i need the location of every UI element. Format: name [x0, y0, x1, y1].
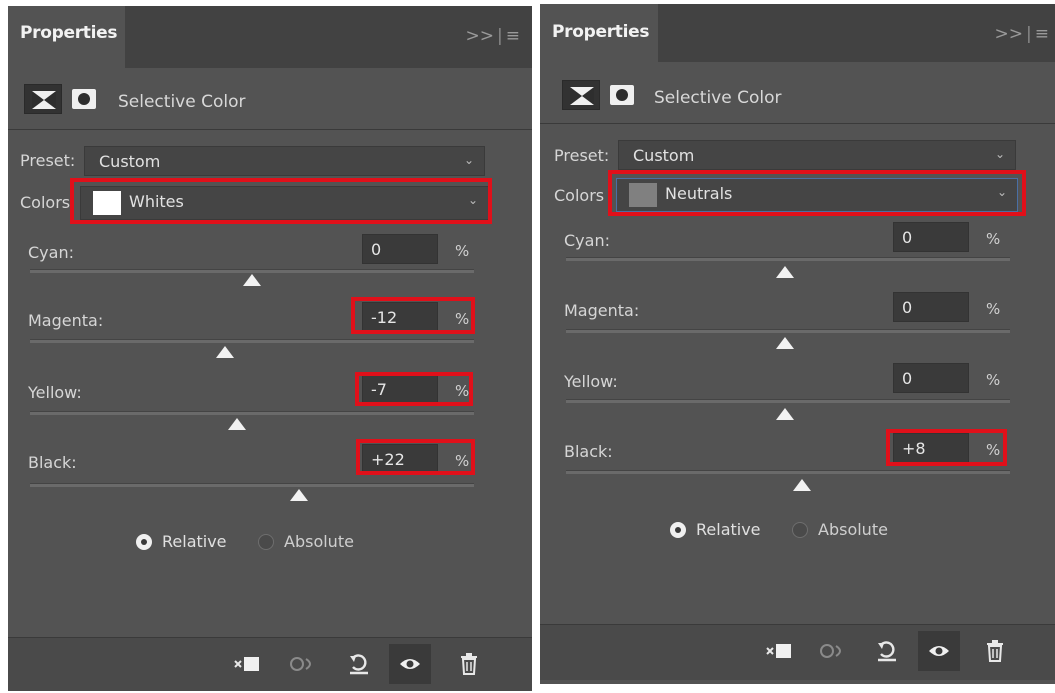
color-swatch	[93, 191, 121, 215]
cyan-slider-thumb[interactable]	[243, 274, 261, 286]
magenta-slider-thumb[interactable]	[776, 337, 794, 349]
black-unit: %	[455, 452, 470, 470]
panel-menu[interactable]: >> | ≡	[995, 24, 1049, 44]
reset-icon[interactable]	[342, 648, 376, 680]
absolute-radio[interactable]	[258, 534, 274, 550]
chevron-down-icon: ⌄	[994, 147, 1005, 161]
magenta-slider-track[interactable]	[30, 339, 474, 343]
cyan-label: Cyan:	[28, 243, 74, 262]
tab-properties[interactable]: Properties	[540, 4, 658, 62]
color-swatch	[629, 183, 657, 207]
chevron-down-icon: ⌄	[463, 153, 474, 167]
properties-panel-left: Properties >> | ≡ Selective Color Preset: …	[8, 6, 532, 691]
trash-icon[interactable]	[978, 635, 1012, 667]
menu-icon[interactable]: ≡	[506, 26, 520, 46]
visibility-icon[interactable]	[918, 631, 960, 671]
yellow-label: Yellow:	[564, 372, 618, 391]
visibility-icon[interactable]	[389, 644, 431, 684]
black-slider-thumb[interactable]	[793, 479, 811, 491]
mask-icon[interactable]	[72, 89, 96, 109]
properties-panel-right: Properties >> | ≡ Selective Color Preset: …	[540, 4, 1055, 684]
cyan-input[interactable]: 0	[893, 222, 969, 252]
magenta-label: Magenta:	[28, 311, 104, 330]
yellow-input[interactable]: -7	[362, 374, 438, 404]
panel-footer	[540, 624, 1055, 680]
preset-label: Preset:	[20, 151, 76, 170]
black-label: Black:	[564, 442, 613, 461]
cyan-unit: %	[455, 242, 470, 260]
cyan-slider-thumb[interactable]	[776, 266, 794, 278]
preset-label: Preset:	[554, 146, 610, 165]
magenta-input[interactable]: 0	[893, 292, 969, 322]
selective-color-icon[interactable]	[562, 80, 600, 110]
yellow-unit: %	[986, 371, 1001, 389]
magenta-slider-track[interactable]	[566, 329, 1010, 333]
relative-radio[interactable]	[136, 534, 152, 550]
yellow-label: Yellow:	[28, 383, 82, 402]
collapse-icon[interactable]: >>	[466, 26, 495, 46]
trash-icon[interactable]	[452, 648, 486, 680]
black-input[interactable]: +22	[362, 444, 438, 474]
mask-icon[interactable]	[610, 85, 634, 105]
yellow-slider-thumb[interactable]	[228, 418, 246, 430]
menu-icon[interactable]: ≡	[1035, 24, 1049, 44]
chevron-down-icon: ⌄	[996, 185, 1007, 199]
colors-label: Colors	[20, 193, 71, 212]
magenta-unit: %	[455, 310, 470, 328]
preset-value: Custom	[633, 146, 695, 165]
view-previous-state-icon[interactable]	[816, 635, 850, 667]
chevron-down-icon: ⌄	[467, 193, 478, 207]
clip-to-layer-icon[interactable]	[230, 648, 264, 680]
black-input[interactable]: +8	[893, 433, 969, 463]
black-slider-thumb[interactable]	[290, 489, 308, 501]
panel-footer	[8, 637, 532, 691]
adjustment-header: Selective Color	[8, 68, 532, 130]
clip-to-layer-icon[interactable]	[762, 635, 796, 667]
yellow-unit: %	[455, 382, 470, 400]
preset-dropdown[interactable]: Custom ⌄	[618, 140, 1016, 170]
yellow-input[interactable]: 0	[893, 363, 969, 393]
black-slider-track[interactable]	[30, 483, 474, 487]
relative-label: Relative	[162, 532, 227, 551]
adjustment-title: Selective Color	[118, 92, 246, 112]
selective-color-icon[interactable]	[24, 84, 62, 114]
tab-bar: Properties >> | ≡	[8, 6, 532, 68]
magenta-label: Magenta:	[564, 301, 640, 320]
magenta-unit: %	[986, 300, 1001, 318]
colors-value: Whites	[129, 192, 184, 211]
black-label: Black:	[28, 453, 77, 472]
absolute-label: Absolute	[818, 520, 888, 539]
tab-bar: Properties >> | ≡	[540, 4, 1055, 62]
magenta-input[interactable]: -12	[362, 302, 438, 332]
yellow-slider-track[interactable]	[30, 411, 474, 415]
magenta-slider-thumb[interactable]	[216, 346, 234, 358]
absolute-label: Absolute	[284, 532, 354, 551]
cyan-slider-track[interactable]	[566, 257, 1010, 261]
cyan-input[interactable]: 0	[362, 234, 438, 264]
relative-label: Relative	[696, 520, 761, 539]
colors-dropdown[interactable]: Whites ⌄	[80, 186, 489, 220]
colors-value: Neutrals	[665, 184, 733, 203]
cyan-slider-track[interactable]	[30, 269, 474, 273]
panel-menu[interactable]: >> | ≡	[466, 26, 520, 46]
preset-dropdown[interactable]: Custom ⌄	[84, 146, 485, 176]
cyan-label: Cyan:	[564, 231, 610, 250]
black-unit: %	[986, 441, 1001, 459]
cyan-unit: %	[986, 230, 1001, 248]
colors-label: Colors	[554, 186, 605, 205]
preset-value: Custom	[99, 152, 161, 171]
tab-properties[interactable]: Properties	[8, 6, 125, 68]
absolute-radio[interactable]	[792, 522, 808, 538]
relative-radio[interactable]	[670, 522, 686, 538]
view-previous-state-icon[interactable]	[286, 648, 320, 680]
yellow-slider-track[interactable]	[566, 399, 1010, 403]
collapse-icon[interactable]: >>	[995, 24, 1024, 44]
black-slider-track[interactable]	[566, 470, 1010, 474]
yellow-slider-thumb[interactable]	[776, 408, 794, 420]
adjustment-header: Selective Color	[540, 62, 1055, 124]
adjustment-title: Selective Color	[654, 88, 782, 108]
reset-icon[interactable]	[870, 635, 904, 667]
colors-dropdown[interactable]: Neutrals ⌄	[616, 178, 1018, 212]
